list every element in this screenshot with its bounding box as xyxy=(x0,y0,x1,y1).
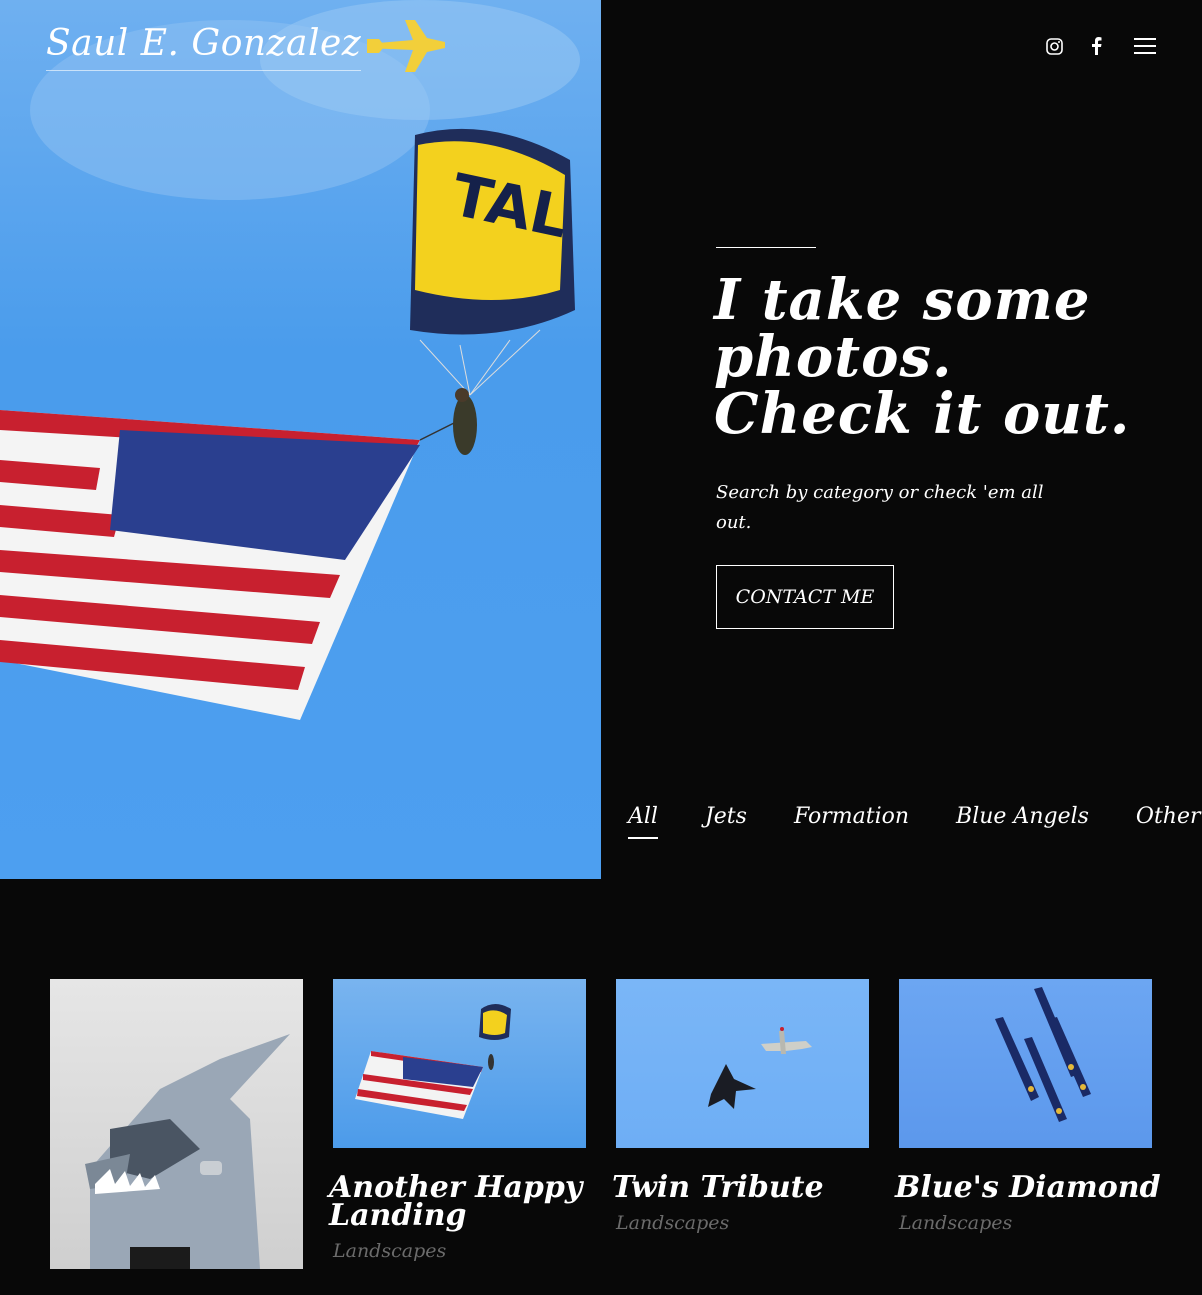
card-image xyxy=(616,979,869,1148)
gallery-card[interactable]: Twin Tribute Landscapes xyxy=(612,979,869,1234)
filter-formation[interactable]: Formation xyxy=(794,804,909,839)
card-title[interactable]: Another Happy Landing xyxy=(329,1173,589,1231)
filter-jets[interactable]: Jets xyxy=(705,804,747,839)
card-image xyxy=(333,979,586,1148)
logo-text: Saul E. Gonzalez xyxy=(46,25,362,71)
category-filters: All Jets Formation Blue Angels Other xyxy=(628,804,1201,839)
card-category[interactable]: Landscapes xyxy=(616,1212,869,1234)
card-image xyxy=(50,979,303,1269)
instagram-icon[interactable] xyxy=(1044,36,1064,56)
jet-icon xyxy=(365,18,447,78)
site-logo[interactable]: Saul E. Gonzalez xyxy=(46,18,447,78)
facebook-icon[interactable] xyxy=(1086,36,1106,56)
filter-blue-angels[interactable]: Blue Angels xyxy=(956,804,1089,839)
hero-image: TAL xyxy=(0,0,601,879)
social-links xyxy=(1044,36,1106,56)
card-title[interactable]: Blue's Diamond xyxy=(895,1173,1161,1203)
hero-title-line-3: Check it out. xyxy=(714,381,1131,447)
gallery-card[interactable]: Blue's Diamond Landscapes xyxy=(895,979,1161,1234)
card-category[interactable]: Landscapes xyxy=(899,1212,1152,1234)
hero-subtitle: Search by category or check 'em all out. xyxy=(716,482,1044,533)
gallery-card[interactable] xyxy=(50,979,303,1295)
card-image xyxy=(899,979,1152,1148)
gallery-card[interactable]: Another Happy Landing Landscapes xyxy=(329,979,586,1262)
hero-title: I take some photos. Check it out. xyxy=(714,272,1134,443)
menu-icon[interactable] xyxy=(1134,38,1156,56)
hero-divider xyxy=(716,247,816,248)
filter-all[interactable]: All xyxy=(628,804,658,839)
filter-other[interactable]: Other xyxy=(1136,804,1201,839)
card-category[interactable]: Landscapes xyxy=(333,1240,586,1262)
card-title[interactable]: Twin Tribute xyxy=(612,1173,869,1203)
contact-button[interactable]: CONTACT ME xyxy=(716,565,894,629)
